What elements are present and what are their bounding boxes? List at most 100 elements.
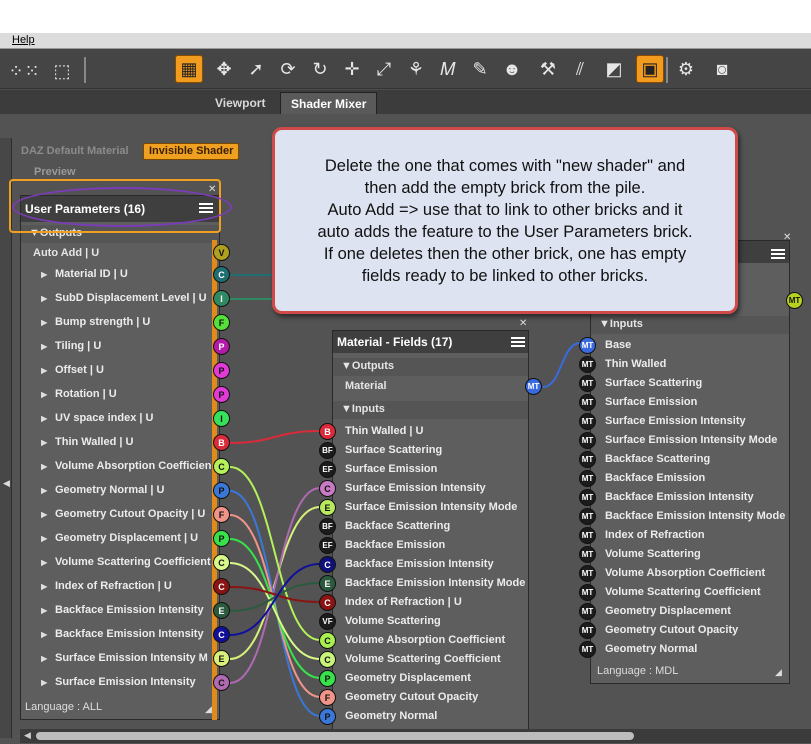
- output-port[interactable]: P: [213, 482, 230, 499]
- output-port[interactable]: C: [213, 626, 230, 643]
- output-port[interactable]: P: [213, 338, 230, 355]
- auto-add-port[interactable]: V: [213, 244, 230, 261]
- material-fields-brick[interactable]: Material - Fields (17) ▼Outputs Material…: [332, 330, 529, 730]
- expand-arrow-icon[interactable]: ▶: [41, 678, 55, 687]
- fields-outputs-section[interactable]: ▼Outputs: [333, 358, 528, 376]
- user-param-row[interactable]: ▶ Surface Emission Intensity: [41, 676, 211, 696]
- output-port[interactable]: P: [213, 386, 230, 403]
- horizontal-scrollbar[interactable]: ◀: [20, 729, 811, 743]
- settings-pointer-icon[interactable]: ⚙: [672, 55, 700, 83]
- output-port[interactable]: C: [213, 458, 230, 475]
- expand-arrow-icon[interactable]: ▶: [41, 630, 55, 639]
- user-param-row[interactable]: ▶ Volume Absorption Coefficient: [41, 460, 211, 480]
- input-port[interactable]: MT: [579, 603, 596, 620]
- expand-arrow-icon[interactable]: ▶: [41, 510, 55, 519]
- mdl-input-row[interactable]: Surface Emission: [605, 396, 789, 416]
- output-port[interactable]: B: [213, 434, 230, 451]
- input-port[interactable]: MT: [579, 622, 596, 639]
- input-port[interactable]: MT: [579, 489, 596, 506]
- input-port[interactable]: F: [319, 689, 336, 706]
- pointer-icon[interactable]: ➚: [242, 55, 270, 83]
- input-port[interactable]: EF: [319, 537, 336, 554]
- input-port[interactable]: MT: [579, 565, 596, 582]
- text-icon[interactable]: 𝑀: [434, 55, 462, 83]
- input-port[interactable]: MT: [579, 413, 596, 430]
- output-port[interactable]: I: [213, 410, 230, 427]
- expand-arrow-icon[interactable]: ▶: [41, 438, 55, 447]
- tab-shader-mixer[interactable]: Shader Mixer: [280, 92, 378, 114]
- resize-grip-icon[interactable]: ◢: [205, 704, 212, 715]
- input-port[interactable]: BF: [319, 518, 336, 535]
- expand-arrow-icon[interactable]: ▶: [41, 654, 55, 663]
- expand-arrow-icon[interactable]: ▶: [41, 414, 55, 423]
- mdl-input-row[interactable]: Geometry Cutout Opacity: [605, 624, 789, 644]
- output-port[interactable]: E: [213, 602, 230, 619]
- mdl-input-row[interactable]: Base: [605, 339, 789, 359]
- field-input-row[interactable]: Geometry Displacement: [345, 672, 529, 692]
- geometry-icon[interactable]: ◩: [600, 55, 628, 83]
- output-port[interactable]: C: [213, 578, 230, 595]
- expand-arrow-icon[interactable]: ▶: [41, 558, 55, 567]
- close-icon[interactable]: ✕: [783, 232, 791, 243]
- input-port[interactable]: C: [319, 556, 336, 573]
- mdl-input-row[interactable]: Index of Refraction: [605, 529, 789, 549]
- mdl-input-row[interactable]: Geometry Normal: [605, 643, 789, 663]
- user-param-row[interactable]: ▶ Geometry Displacement | U: [41, 532, 211, 552]
- node-group-icon[interactable]: ⁙: [18, 57, 46, 85]
- move-icon[interactable]: ✥: [210, 55, 238, 83]
- user-param-row[interactable]: ▶ Volume Scattering Coefficient: [41, 556, 211, 576]
- orbit-icon[interactable]: ⟳: [274, 55, 302, 83]
- input-port[interactable]: E: [319, 575, 336, 592]
- input-port[interactable]: MT: [579, 451, 596, 468]
- input-port[interactable]: MT: [579, 470, 596, 487]
- fields-material-output[interactable]: Material: [333, 378, 528, 396]
- expand-arrow-icon[interactable]: ▶: [41, 342, 55, 351]
- collapse-arrow-icon[interactable]: ◀: [3, 478, 10, 489]
- field-input-row[interactable]: Geometry Normal: [345, 710, 529, 730]
- input-port[interactable]: P: [319, 670, 336, 687]
- output-port[interactable]: C: [213, 554, 230, 571]
- expand-arrow-icon[interactable]: ▶: [41, 606, 55, 615]
- menu-help[interactable]: Help: [12, 34, 35, 46]
- user-param-row[interactable]: ▶ Material ID | U: [41, 268, 211, 288]
- wand-icon[interactable]: ⚒: [534, 55, 562, 83]
- figure-icon[interactable]: ☻: [498, 55, 526, 83]
- field-input-row[interactable]: Surface Emission Intensity Mode: [345, 501, 529, 521]
- expand-arrow-icon[interactable]: ▶: [41, 390, 55, 399]
- input-port[interactable]: MT: [579, 394, 596, 411]
- auto-add-row[interactable]: Auto Add | U: [21, 245, 219, 263]
- mdl-input-row[interactable]: Backface Emission Intensity Mode: [605, 510, 789, 530]
- mdl-input-row[interactable]: Surface Emission Intensity: [605, 415, 789, 435]
- mdl-output-port[interactable]: MT: [786, 292, 803, 309]
- user-param-row[interactable]: ▶ Bump strength | U: [41, 316, 211, 336]
- node-icon[interactable]: ⫽: [566, 55, 594, 83]
- mdl-inputs-section[interactable]: ▼Inputs: [591, 316, 789, 334]
- expand-arrow-icon[interactable]: ▶: [41, 462, 55, 471]
- close-icon[interactable]: ✕: [519, 318, 527, 329]
- mdl-input-row[interactable]: Backface Emission: [605, 472, 789, 492]
- output-port[interactable]: C: [213, 266, 230, 283]
- field-input-row[interactable]: Index of Refraction | U: [345, 596, 529, 616]
- grid-tool-icon[interactable]: ▦: [175, 55, 203, 83]
- input-port[interactable]: C: [319, 480, 336, 497]
- field-input-row[interactable]: Surface Emission Intensity: [345, 482, 529, 502]
- user-param-row[interactable]: ▶ Index of Refraction | U: [41, 580, 211, 600]
- user-param-row[interactable]: ▶ Rotation | U: [41, 388, 211, 408]
- input-port[interactable]: EF: [319, 461, 336, 478]
- mdl-input-row[interactable]: Volume Scattering Coefficient: [605, 586, 789, 606]
- fields-inputs-section[interactable]: ▼Inputs: [333, 401, 528, 419]
- field-input-row[interactable]: Backface Emission Intensity Mode: [345, 577, 529, 597]
- mdl-input-row[interactable]: Backface Emission Intensity: [605, 491, 789, 511]
- mdl-input-row[interactable]: Surface Scattering: [605, 377, 789, 397]
- input-port[interactable]: MT: [579, 508, 596, 525]
- input-port[interactable]: MT: [579, 375, 596, 392]
- expand-arrow-icon[interactable]: ▶: [41, 486, 55, 495]
- camera-icon[interactable]: ◙: [708, 55, 736, 83]
- user-param-row[interactable]: ▶ Tiling | U: [41, 340, 211, 360]
- mdl-input-row[interactable]: Volume Absorption Coefficient: [605, 567, 789, 587]
- user-param-row[interactable]: ▶ Geometry Cutout Opacity | U: [41, 508, 211, 528]
- user-param-row[interactable]: ▶ Surface Emission Intensity M: [41, 652, 211, 672]
- user-param-row[interactable]: ▶ Thin Walled | U: [41, 436, 211, 456]
- expand-arrow-icon[interactable]: ▶: [41, 582, 55, 591]
- fields-title[interactable]: Material - Fields (17): [333, 331, 528, 353]
